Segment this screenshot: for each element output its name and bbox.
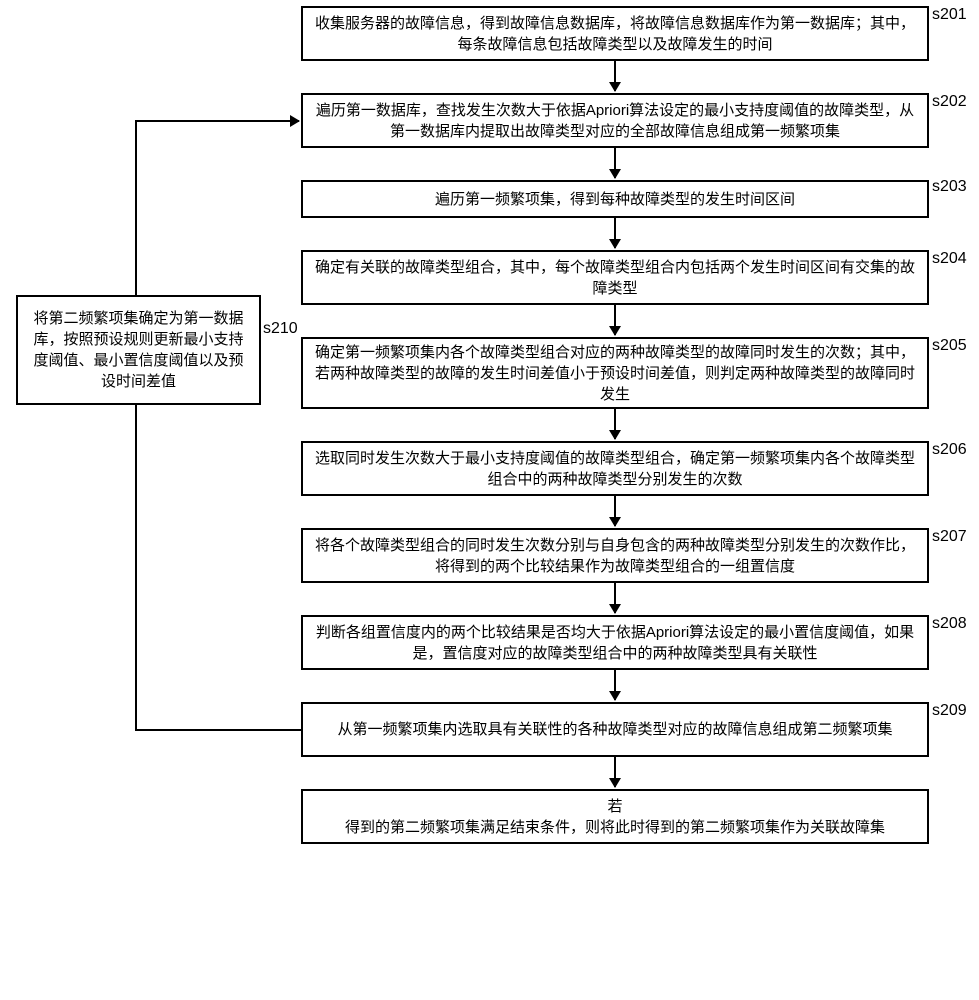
step-text: 将第二频繁项集确定为第一数据库，按照预设规则更新最小支持度阈值、最小置信度阈值以… — [28, 308, 249, 392]
label-s203: s203 — [932, 178, 967, 196]
arrow — [614, 148, 616, 178]
label-s202: s202 — [932, 93, 967, 111]
step-s204: 确定有关联的故障类型组合，其中，每个故障类型组合内包括两个发生时间区间有交集的故… — [301, 250, 929, 305]
step-text: 选取同时发生次数大于最小支持度阈值的故障类型组合，确定第一频繁项集内各个故障类型… — [313, 448, 917, 490]
step-text: 判断各组置信度内的两个比较结果是否均大于依据Apriori算法设定的最小置信度阈… — [313, 622, 917, 664]
step-text: 从第一频繁项集内选取具有关联性的各种故障类型对应的故障信息组成第二频繁项集 — [337, 719, 892, 740]
arrow — [614, 305, 616, 335]
step-text: 将各个故障类型组合的同时发生次数分别与自身包含的两种故障类型分别发生的次数作比，… — [313, 535, 917, 577]
arrow — [614, 496, 616, 526]
loop-arrow — [135, 120, 299, 122]
arrow — [614, 218, 616, 248]
loop-line — [135, 120, 137, 295]
loop-line — [135, 405, 137, 731]
label-s210: s210 — [263, 320, 298, 338]
label-s209: s209 — [932, 702, 967, 720]
final-if: 若 — [607, 796, 622, 817]
label-s207: s207 — [932, 528, 967, 546]
arrow — [614, 757, 616, 787]
label-s201: s201 — [932, 6, 967, 24]
label-s204: s204 — [932, 250, 967, 268]
step-s201: 收集服务器的故障信息，得到故障信息数据库，将故障信息数据库作为第一数据库；其中，… — [301, 6, 929, 61]
step-text: 遍历第一数据库，查找发生次数大于依据Apriori算法设定的最小支持度阈值的故障… — [313, 100, 917, 142]
final-text: 得到的第二频繁项集满足结束条件，则将此时得到的第二频繁项集作为关联故障集 — [345, 817, 885, 838]
arrow — [614, 670, 616, 700]
step-s210: 将第二频繁项集确定为第一数据库，按照预设规则更新最小支持度阈值、最小置信度阈值以… — [16, 295, 261, 405]
step-s203: 遍历第一频繁项集，得到每种故障类型的发生时间区间 — [301, 180, 929, 218]
step-text: 确定第一频繁项集内各个故障类型组合对应的两种故障类型的故障同时发生的次数；其中，… — [313, 342, 917, 405]
step-s208: 判断各组置信度内的两个比较结果是否均大于依据Apriori算法设定的最小置信度阈… — [301, 615, 929, 670]
step-s202: 遍历第一数据库，查找发生次数大于依据Apriori算法设定的最小支持度阈值的故障… — [301, 93, 929, 148]
step-s206: 选取同时发生次数大于最小支持度阈值的故障类型组合，确定第一频繁项集内各个故障类型… — [301, 441, 929, 496]
step-s205: 确定第一频繁项集内各个故障类型组合对应的两种故障类型的故障同时发生的次数；其中，… — [301, 337, 929, 409]
arrow — [614, 409, 616, 439]
label-s205: s205 — [932, 337, 967, 355]
step-final: 若 得到的第二频繁项集满足结束条件，则将此时得到的第二频繁项集作为关联故障集 — [301, 789, 929, 844]
step-s207: 将各个故障类型组合的同时发生次数分别与自身包含的两种故障类型分别发生的次数作比，… — [301, 528, 929, 583]
step-s209: 从第一频繁项集内选取具有关联性的各种故障类型对应的故障信息组成第二频繁项集 — [301, 702, 929, 757]
label-s208: s208 — [932, 615, 967, 633]
step-text: 遍历第一频繁项集，得到每种故障类型的发生时间区间 — [435, 189, 795, 210]
step-text: 收集服务器的故障信息，得到故障信息数据库，将故障信息数据库作为第一数据库；其中，… — [313, 13, 917, 55]
label-s206: s206 — [932, 441, 967, 459]
arrow — [614, 61, 616, 91]
step-text: 确定有关联的故障类型组合，其中，每个故障类型组合内包括两个发生时间区间有交集的故… — [313, 257, 917, 299]
loop-line — [135, 729, 301, 731]
arrow — [614, 583, 616, 613]
